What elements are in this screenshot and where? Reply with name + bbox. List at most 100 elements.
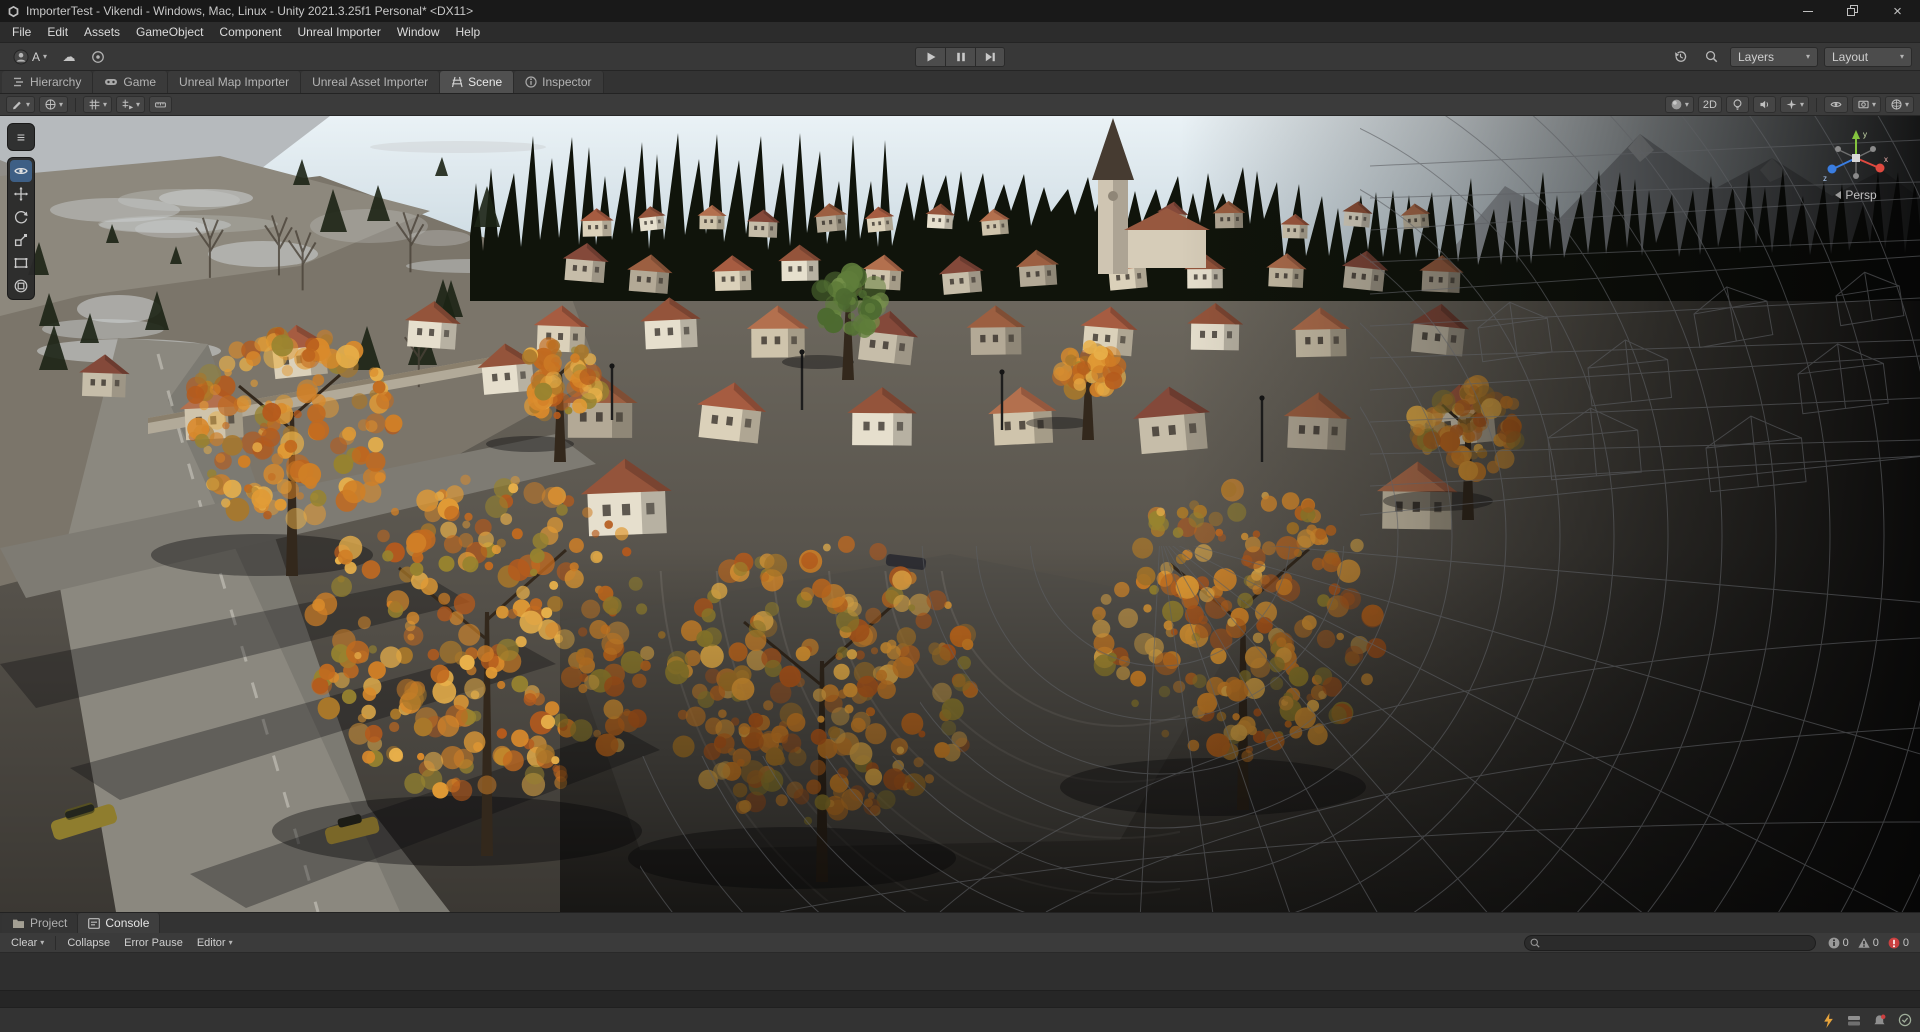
chevron-down-icon: ▾ bbox=[1685, 101, 1689, 109]
scale-tool-button[interactable] bbox=[10, 229, 32, 251]
error-pause-button[interactable]: Error Pause bbox=[118, 935, 189, 951]
gizmo-y-cone[interactable] bbox=[1852, 130, 1860, 139]
sync-status-icon[interactable] bbox=[1898, 1013, 1912, 1027]
pivot-mode-button[interactable]: ▾ bbox=[39, 96, 68, 113]
projection-toggle[interactable]: Persp bbox=[1835, 188, 1876, 202]
gizmo-center-cube[interactable] bbox=[1852, 154, 1860, 162]
snap-increment-button[interactable] bbox=[149, 96, 172, 113]
move-tool-button[interactable] bbox=[10, 183, 32, 205]
menu-file[interactable]: File bbox=[4, 25, 39, 39]
collapse-button[interactable]: Collapse bbox=[61, 935, 116, 951]
restore-button[interactable] bbox=[1830, 0, 1875, 22]
menu-window[interactable]: Window bbox=[389, 25, 448, 39]
ruler-icon bbox=[154, 98, 167, 111]
grid-visibility-button[interactable]: ▾ bbox=[83, 96, 112, 113]
transform-icon bbox=[13, 278, 29, 294]
step-button[interactable] bbox=[975, 47, 1005, 67]
clear-button[interactable]: Clear ▾ bbox=[5, 935, 50, 951]
close-button[interactable]: × bbox=[1875, 0, 1920, 22]
status-bar bbox=[0, 1007, 1920, 1032]
console-count-badges: 0 0 0 bbox=[1828, 937, 1909, 949]
info-icon bbox=[525, 76, 537, 88]
snap-settings-button[interactable]: ▾ bbox=[116, 96, 145, 113]
speaker-icon bbox=[1758, 98, 1771, 111]
scene-icon bbox=[451, 76, 463, 88]
editor-dropdown[interactable]: Editor ▾ bbox=[191, 935, 239, 951]
history-icon bbox=[1673, 49, 1688, 64]
search-button[interactable] bbox=[1699, 47, 1724, 67]
chevron-down-icon: ▾ bbox=[43, 53, 47, 61]
gizmo-z-handle[interactable] bbox=[1828, 165, 1837, 174]
tab-project[interactable]: Project bbox=[2, 913, 78, 933]
eye-icon bbox=[1829, 98, 1843, 111]
transform-tool-button[interactable] bbox=[10, 275, 32, 297]
error-count-badge[interactable]: 0 bbox=[1888, 937, 1909, 949]
shaded-sphere-icon bbox=[1670, 98, 1683, 111]
console-search-input[interactable] bbox=[1524, 935, 1816, 951]
tool-settings-button[interactable]: ▾ bbox=[6, 96, 35, 113]
cloud-button[interactable]: ☁ bbox=[57, 47, 81, 67]
tab-game[interactable]: Game bbox=[93, 71, 168, 93]
scene-visibility-button[interactable] bbox=[1824, 96, 1848, 113]
minimize-icon bbox=[1803, 11, 1813, 12]
step-icon bbox=[982, 49, 998, 65]
tab-hierarchy[interactable]: Hierarchy bbox=[2, 71, 93, 93]
scene-tool-column: ≡ bbox=[7, 123, 35, 300]
console-log-list[interactable] bbox=[0, 953, 1920, 990]
tab-console[interactable]: Console bbox=[78, 913, 160, 933]
warning-count-badge[interactable]: 0 bbox=[1858, 937, 1879, 949]
svg-text:z: z bbox=[1823, 174, 1827, 183]
unity-logo-icon bbox=[7, 5, 20, 18]
snap-grid-icon bbox=[121, 98, 134, 111]
account-button[interactable]: A ▾ bbox=[8, 47, 52, 67]
background-activity-icon[interactable] bbox=[1822, 1013, 1835, 1028]
overlay-menu-button[interactable]: ≡ bbox=[10, 126, 32, 148]
rect-tool-icon bbox=[13, 255, 29, 271]
scene-lighting-button[interactable] bbox=[1726, 96, 1749, 113]
projection-label: Persp bbox=[1845, 188, 1876, 202]
chevron-down-icon: ▾ bbox=[40, 939, 44, 947]
layers-dropdown[interactable]: Layers▾ bbox=[1730, 47, 1818, 67]
gizmos-button[interactable]: ▾ bbox=[1885, 96, 1914, 113]
notifications-icon[interactable] bbox=[1873, 1014, 1886, 1027]
layout-dropdown[interactable]: Layout▾ bbox=[1824, 47, 1912, 67]
move-icon bbox=[13, 186, 29, 202]
menu-unreal-importer[interactable]: Unreal Importer bbox=[289, 25, 388, 39]
menu-help[interactable]: Help bbox=[448, 25, 489, 39]
cloud-icon: ☁ bbox=[63, 50, 76, 63]
view-tool-button[interactable] bbox=[10, 160, 32, 182]
camera-frame-icon bbox=[1857, 98, 1870, 111]
tab-scene[interactable]: Scene bbox=[440, 71, 514, 93]
scene-viewport[interactable] bbox=[0, 116, 1920, 912]
minimize-button[interactable] bbox=[1785, 0, 1830, 22]
undo-history-button[interactable] bbox=[1668, 47, 1693, 67]
play-button[interactable] bbox=[915, 47, 945, 67]
restore-icon bbox=[1847, 5, 1859, 17]
tab-unreal-map-importer[interactable]: Unreal Map Importer bbox=[168, 71, 301, 93]
rect-tool-button[interactable] bbox=[10, 252, 32, 274]
rotate-tool-button[interactable] bbox=[10, 206, 32, 228]
camera-settings-button[interactable]: ▾ bbox=[1852, 96, 1881, 113]
chevron-left-icon bbox=[1835, 191, 1841, 199]
packages-icon[interactable] bbox=[1847, 1014, 1861, 1027]
title-bar: ImporterTest - Vikendi - Windows, Mac, L… bbox=[0, 0, 1920, 22]
pause-button[interactable] bbox=[945, 47, 975, 67]
info-count-badge[interactable]: 0 bbox=[1828, 937, 1849, 949]
tab-inspector[interactable]: Inspector bbox=[514, 71, 603, 93]
gizmo-x-handle[interactable] bbox=[1876, 164, 1885, 173]
menu-gameobject[interactable]: GameObject bbox=[128, 25, 211, 39]
tab-unreal-asset-importer[interactable]: Unreal Asset Importer bbox=[301, 71, 440, 93]
main-toolbar: A ▾ ☁ Layers▾ Layout▾ bbox=[0, 43, 1920, 71]
toggle-2d-button[interactable]: 2D bbox=[1698, 96, 1722, 113]
error-icon bbox=[1888, 937, 1900, 949]
menu-edit[interactable]: Edit bbox=[39, 25, 76, 39]
draw-mode-button[interactable]: ▾ bbox=[1665, 96, 1694, 113]
pause-icon bbox=[953, 49, 969, 65]
menu-assets[interactable]: Assets bbox=[76, 25, 128, 39]
effects-button[interactable]: ▾ bbox=[1780, 96, 1809, 113]
menu-component[interactable]: Component bbox=[211, 25, 289, 39]
scene-audio-button[interactable] bbox=[1753, 96, 1776, 113]
services-button[interactable] bbox=[86, 47, 110, 67]
scene-orientation-gizmo[interactable]: y x z bbox=[1814, 124, 1898, 194]
console-search bbox=[1524, 935, 1816, 951]
